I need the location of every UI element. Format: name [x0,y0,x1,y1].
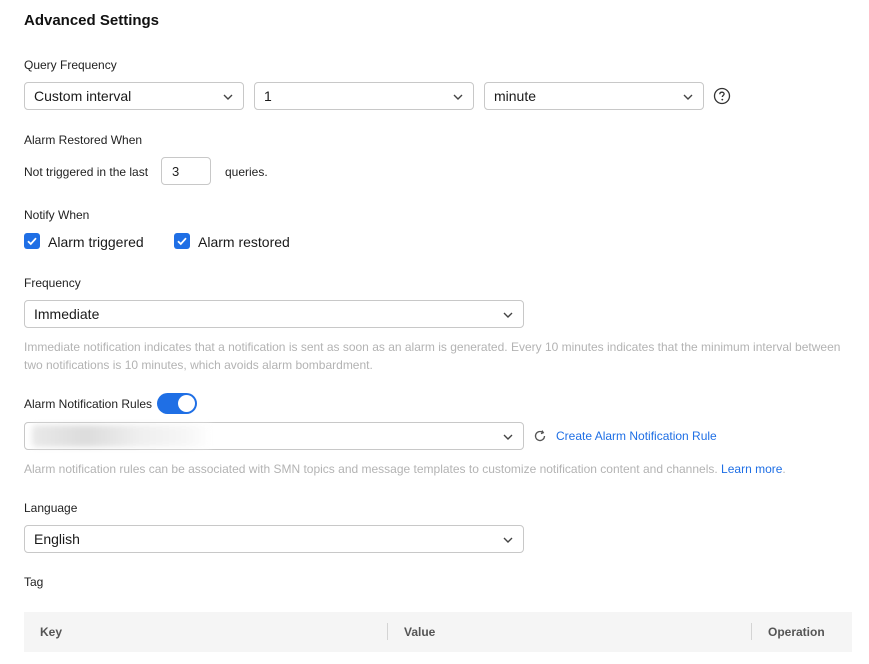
notification-rules-toggle[interactable] [157,393,197,414]
query-count-value: 1 [264,88,272,104]
question-circle-icon[interactable] [713,87,731,105]
restored-count-value: 3 [172,163,180,179]
create-notification-rule-link[interactable]: Create Alarm Notification Rule [556,429,717,443]
query-type-value: Custom interval [34,88,132,104]
notification-rules-label: Alarm Notification Rules [24,397,153,411]
frequency-help-line2: two notifications is 10 minutes, which a… [24,358,373,372]
query-count-select[interactable]: 1 [254,82,474,110]
alarm-restored-label: Alarm Restored When [24,133,143,147]
column-divider [387,623,388,640]
alarm-triggered-checkbox[interactable] [24,233,40,249]
column-value: Value [404,625,436,639]
query-frequency-label: Query Frequency [24,58,117,72]
learn-more-suffix: . [782,462,786,476]
frequency-label: Frequency [24,276,81,290]
notify-when-label: Notify When [24,208,90,222]
language-label: Language [24,501,78,515]
notification-rules-help: Alarm notification rules can be associat… [24,460,786,478]
chevron-down-icon [503,537,513,543]
restored-count-input[interactable]: 3 [161,157,211,185]
alarm-restored-option-label[interactable]: Alarm restored [198,234,290,250]
column-key: Key [40,625,63,639]
chevron-down-icon [223,94,233,100]
language-select[interactable]: English [24,525,524,553]
alarm-restored-suffix: queries. [225,165,268,179]
chevron-down-icon [503,434,513,440]
column-divider [751,623,752,640]
checkmark-icon [177,237,187,246]
alarm-restored-checkbox[interactable] [174,233,190,249]
chevron-down-icon [453,94,463,100]
section-title: Advanced Settings [24,12,160,29]
query-unit-value: minute [494,88,537,104]
redacted-rule-value [32,425,212,447]
tag-table-header: Key Value Operation [24,612,852,652]
alarm-triggered-label[interactable]: Alarm triggered [48,234,144,250]
frequency-value: Immediate [34,306,100,322]
frequency-select[interactable]: Immediate [24,300,524,328]
chevron-down-icon [503,312,513,318]
checkmark-icon [27,237,37,246]
tag-label: Tag [24,575,44,589]
language-value: English [34,531,80,547]
query-type-select[interactable]: Custom interval [24,82,244,110]
query-unit-select[interactable]: minute [484,82,704,110]
chevron-down-icon [683,94,693,100]
toggle-knob [178,395,195,412]
learn-more-link[interactable]: Learn more [721,462,782,476]
column-operation: Operation [768,625,825,639]
alarm-restored-prefix: Not triggered in the last [24,165,149,179]
refresh-icon[interactable] [533,429,547,443]
notification-rules-help-text: Alarm notification rules can be associat… [24,462,718,476]
frequency-help-line1: Immediate notification indicates that a … [24,340,841,354]
